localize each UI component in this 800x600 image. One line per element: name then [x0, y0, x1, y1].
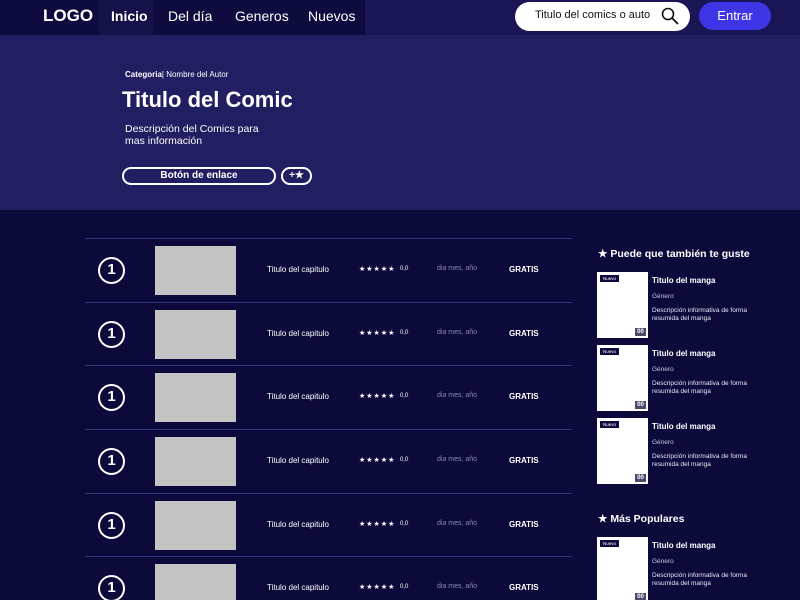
- chapter-thumbnail[interactable]: [155, 373, 236, 423]
- new-badge: Nuevo: [600, 275, 620, 282]
- manga-genre: Género: [652, 366, 674, 373]
- page-title: Titulo del Comic: [122, 87, 293, 112]
- new-badge: Nuevo: [600, 540, 620, 547]
- chapter-price: GRATIS: [509, 519, 539, 529]
- manga-title[interactable]: Titulo del manga: [652, 422, 715, 431]
- recommended-heading: ★ Puede que también te guste: [598, 248, 750, 260]
- chapter-title[interactable]: Titulo del capitulo: [267, 392, 329, 401]
- chapter-number: 1: [98, 320, 125, 348]
- chapter-date: dia mes, año: [437, 328, 478, 336]
- logo[interactable]: LOGO: [43, 6, 93, 26]
- chapter-title[interactable]: Titulo del capitulo: [267, 265, 329, 274]
- chapter-thumbnail[interactable]: [155, 246, 236, 295]
- nav-link-nuevos[interactable]: Nuevos: [308, 8, 355, 24]
- star-rating-icon: ★★★★★: [359, 266, 396, 273]
- chapter-thumbnail[interactable]: [155, 437, 236, 487]
- glasses-icon: 00: [635, 401, 646, 409]
- star-rating-icon: ★★★★★: [359, 457, 396, 465]
- manga-description: Descripción informativa de forma resumid…: [652, 380, 748, 395]
- chapter-date: dia mes, año: [437, 265, 478, 272]
- manga-cover[interactable]: Nuevo 00: [597, 345, 648, 411]
- chapter-row[interactable]: 1 Titulo del capitulo ★★★★★ 0,0 dia mes,…: [85, 301, 572, 366]
- chapter-number: 1: [98, 511, 125, 539]
- chapter-row[interactable]: 1 Titulo del capitulo ★★★★★ 0,0 dia mes,…: [85, 238, 572, 302]
- manga-cover[interactable]: Nuevo 00: [597, 272, 648, 338]
- manga-card[interactable]: Nuevo 00 Titulo del manga Género Descrip…: [597, 418, 787, 484]
- chapter-number: 1: [98, 257, 125, 284]
- chapter-number: 1: [98, 384, 125, 412]
- nav-link-del-dia[interactable]: Del día: [168, 8, 212, 24]
- chapter-number: 1: [98, 448, 125, 476]
- search-icon[interactable]: [661, 7, 679, 25]
- chapter-date: dia mes, año: [437, 392, 478, 400]
- chapter-number: 1: [98, 575, 125, 600]
- new-badge: Nuevo: [600, 421, 620, 428]
- chapter-price: GRATIS: [509, 583, 539, 593]
- manga-title[interactable]: Titulo del manga: [652, 276, 715, 285]
- manga-card[interactable]: Nuevo 00 Titulo del manga Género Descrip…: [597, 272, 787, 338]
- chapter-thumbnail[interactable]: [155, 564, 236, 600]
- star-rating-icon: ★★★★★: [359, 393, 396, 401]
- star-rating-icon: ★★★★★: [359, 584, 396, 592]
- hero-description: Descripción del Comics para mas informac…: [125, 123, 259, 147]
- hero-banner: Categoria| Nombre del Autor Titulo del C…: [0, 35, 800, 210]
- chapter-title[interactable]: Titulo del capitulo: [267, 329, 329, 338]
- manga-card[interactable]: Nuevo 00 Titulo del manga Género Descrip…: [597, 537, 787, 600]
- chapter-price: GRATIS: [509, 265, 539, 274]
- manga-card[interactable]: Nuevo 00 Titulo del manga Género Descrip…: [597, 345, 787, 411]
- chapter-row[interactable]: 1 Titulo del capitulo ★★★★★ 0,0 dia mes,…: [85, 492, 572, 557]
- chapter-title[interactable]: Titulo del capitulo: [267, 456, 329, 465]
- manga-genre: Género: [652, 558, 674, 565]
- nav-link-inicio[interactable]: Inicio: [111, 8, 148, 24]
- search-input[interactable]: [535, 9, 650, 21]
- glasses-icon: 00: [635, 593, 646, 600]
- manga-title[interactable]: Titulo del manga: [652, 349, 715, 358]
- chapter-rating: 0,0: [400, 584, 409, 591]
- chapter-date: dia mes, año: [437, 456, 478, 464]
- chapter-price: GRATIS: [509, 328, 539, 338]
- star-rating-icon: ★★★★★: [359, 329, 396, 337]
- manga-title[interactable]: Titulo del manga: [652, 541, 715, 550]
- chapter-thumbnail[interactable]: [155, 500, 236, 550]
- chapter-rating: 0,0: [400, 393, 409, 400]
- chapter-date: dia mes, año: [437, 519, 478, 527]
- manga-description: Descripción informativa de forma resumid…: [652, 307, 748, 322]
- login-button[interactable]: Entrar: [699, 2, 771, 30]
- manga-cover[interactable]: Nuevo 00: [597, 537, 648, 600]
- chapter-date: dia mes, año: [437, 583, 478, 591]
- nav-link-generos[interactable]: Generos: [235, 8, 289, 24]
- search-box[interactable]: [515, 2, 690, 31]
- new-badge: Nuevo: [600, 348, 620, 355]
- manga-genre: Género: [652, 439, 674, 446]
- star-rating-icon: ★★★★★: [359, 520, 396, 528]
- hero-category[interactable]: Categoria: [125, 70, 162, 79]
- chapter-price: GRATIS: [509, 392, 539, 402]
- chapter-row[interactable]: 1 Titulo del capitulo ★★★★★ 0,0 dia mes,…: [85, 429, 572, 493]
- chapter-price: GRATIS: [509, 456, 539, 466]
- hero-author[interactable]: | Nombre del Autor: [162, 70, 229, 79]
- manga-genre: Género: [652, 293, 674, 300]
- chapter-rating: 0,0: [400, 457, 409, 464]
- popular-heading: ★ Más Populares: [598, 513, 685, 525]
- chapter-title[interactable]: Titulo del capitulo: [267, 583, 329, 592]
- chapter-list: 1 Titulo del capitulo ★★★★★ 0,0 dia mes,…: [85, 238, 572, 600]
- manga-description: Descripción informativa de forma resumid…: [652, 572, 748, 587]
- chapter-rating: 0,0: [400, 329, 409, 336]
- add-favorite-button[interactable]: +★: [281, 167, 312, 185]
- manga-cover[interactable]: Nuevo 00: [597, 418, 648, 484]
- manga-description: Descripción informativa de forma resumid…: [652, 453, 748, 468]
- link-button[interactable]: Botón de enlace: [122, 167, 276, 185]
- chapter-thumbnail[interactable]: [155, 309, 236, 359]
- glasses-icon: 00: [635, 474, 646, 482]
- chapter-title[interactable]: Titulo del capitulo: [267, 520, 329, 529]
- chapter-rating: 0,0: [400, 520, 409, 527]
- chapter-row[interactable]: 1 Titulo del capitulo ★★★★★ 0,0 dia mes,…: [85, 365, 572, 429]
- glasses-icon: 00: [635, 328, 646, 336]
- chapter-row[interactable]: 1 Titulo del capitulo ★★★★★ 0,0 dia mes,…: [85, 556, 572, 600]
- chapter-rating: 0,0: [400, 266, 409, 272]
- hero-meta: Categoria| Nombre del Autor: [125, 70, 228, 79]
- top-nav: LOGO Inicio Del día Generos Nuevos Entra…: [0, 0, 800, 35]
